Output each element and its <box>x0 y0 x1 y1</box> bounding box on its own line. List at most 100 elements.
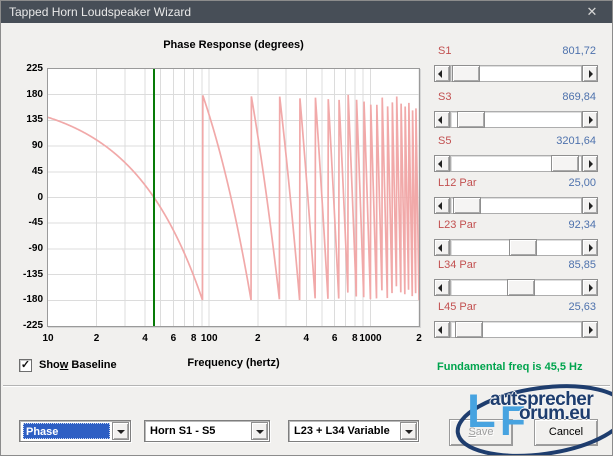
slider-value: 25,00 <box>568 177 596 192</box>
slider-label-row: S5 3201,64 <box>434 135 598 150</box>
dropdown-arrow-icon[interactable] <box>251 422 268 440</box>
slider-label-row: L45 Par 25,63 <box>434 301 598 316</box>
slider-value: 92,34 <box>568 219 596 234</box>
phase-chart-svg <box>48 69 419 326</box>
scroll-right-arrow-icon[interactable] <box>582 197 598 214</box>
fundamental-freq-text: Fundamental freq is 45,5 Hz <box>437 361 612 373</box>
close-icon[interactable]: ✕ <box>572 1 612 23</box>
cancel-button[interactable]: Cancel <box>534 419 598 446</box>
wizard-dialog: Tapped Horn Loudspeaker Wizard ✕ Phase R… <box>0 0 613 456</box>
slider-thumb[interactable] <box>455 321 483 338</box>
y-tick-label: 135 <box>9 114 43 125</box>
slider-scrollbar[interactable] <box>434 197 598 214</box>
save-button[interactable]: Save <box>449 419 513 446</box>
scroll-left-arrow-icon[interactable] <box>434 321 450 338</box>
slider-thumb[interactable] <box>509 239 537 256</box>
slider-row-s5: S5 3201,64 <box>434 135 598 173</box>
x-tick-label: 10 <box>42 333 53 344</box>
slider-label: S1 <box>438 45 451 60</box>
slider-row-l45-par: L45 Par 25,63 <box>434 301 598 339</box>
slider-row-s3: S3 869,84 <box>434 91 598 129</box>
slider-value: 801,72 <box>562 45 596 60</box>
slider-value: 3201,64 <box>556 135 596 150</box>
slider-row-s1: S1 801,72 <box>434 45 598 83</box>
y-tick-label: 180 <box>9 89 43 100</box>
slider-label-row: S3 869,84 <box>434 91 598 106</box>
show-baseline-label: Show Baseline <box>39 359 117 371</box>
y-tick-label: -45 <box>9 217 43 228</box>
phase-chart-plot <box>47 68 420 327</box>
slider-label: S5 <box>438 135 451 150</box>
slider-thumb[interactable] <box>457 111 485 128</box>
slider-value: 25,63 <box>568 301 596 316</box>
scroll-left-arrow-icon[interactable] <box>434 279 450 296</box>
scroll-right-arrow-icon[interactable] <box>582 65 598 82</box>
x-tick-label: 2 <box>416 333 422 344</box>
slider-thumb[interactable] <box>452 65 480 82</box>
slider-label-row: L23 Par 92,34 <box>434 219 598 234</box>
scroll-right-arrow-icon[interactable] <box>582 239 598 256</box>
window-title: Tapped Horn Loudspeaker Wizard <box>9 5 191 19</box>
y-tick-label: 225 <box>9 63 43 74</box>
slider-label-row: S1 801,72 <box>434 45 598 60</box>
check-icon: ✓ <box>21 359 30 371</box>
x-tick-label: 1000 <box>359 333 381 344</box>
slider-scrollbar[interactable] <box>434 239 598 256</box>
x-tick-label: 6 <box>332 333 338 344</box>
y-tick-label: -225 <box>9 320 43 331</box>
slider-scrollbar[interactable] <box>434 155 598 172</box>
slider-label: L23 Par <box>438 219 477 234</box>
x-tick-label: 8 <box>352 333 358 344</box>
slider-scrollbar[interactable] <box>434 65 598 82</box>
slider-label: L34 Par <box>438 259 477 274</box>
y-tick-label: -135 <box>9 269 43 280</box>
scroll-left-arrow-icon[interactable] <box>434 197 450 214</box>
slider-scrollbar[interactable] <box>434 279 598 296</box>
horn-segment-value: Horn S1 - S5 <box>148 423 249 439</box>
chart-title: Phase Response (degrees) <box>48 39 419 51</box>
slider-thumb[interactable] <box>453 197 481 214</box>
slider-thumb[interactable] <box>551 155 579 172</box>
x-tick-label: 2 <box>94 333 100 344</box>
divider <box>3 385 610 387</box>
graph-type-value: Phase <box>23 423 110 439</box>
logo-text-lautsprecher: autsprecher <box>490 389 593 411</box>
slider-row-l23-par: L23 Par 92,34 <box>434 219 598 257</box>
slider-thumb[interactable] <box>507 279 535 296</box>
y-tick-label: 45 <box>9 166 43 177</box>
slider-value: 85,85 <box>568 259 596 274</box>
variable-mode-value: L23 + L34 Variable <box>292 423 398 439</box>
horn-segment-combobox[interactable]: Horn S1 - S5 <box>144 420 270 442</box>
title-bar: Tapped Horn Loudspeaker Wizard ✕ <box>1 1 612 23</box>
scroll-left-arrow-icon[interactable] <box>434 65 450 82</box>
x-tick-label: 4 <box>304 333 310 344</box>
scroll-left-arrow-icon[interactable] <box>434 111 450 128</box>
y-tick-label: 90 <box>9 140 43 151</box>
slider-label-row: L12 Par 25,00 <box>434 177 598 192</box>
scroll-left-arrow-icon[interactable] <box>434 155 450 172</box>
slider-label: S3 <box>438 91 451 106</box>
scroll-right-arrow-icon[interactable] <box>582 279 598 296</box>
scroll-right-arrow-icon[interactable] <box>582 155 598 172</box>
dropdown-arrow-icon[interactable] <box>112 422 129 440</box>
x-tick-label: 8 <box>191 333 197 344</box>
show-baseline-checkbox[interactable]: ✓ <box>19 359 32 372</box>
slider-label: L45 Par <box>438 301 477 316</box>
y-tick-label: -180 <box>9 294 43 305</box>
x-tick-label: 4 <box>142 333 148 344</box>
x-tick-label: 6 <box>171 333 177 344</box>
scroll-right-arrow-icon[interactable] <box>582 111 598 128</box>
scroll-left-arrow-icon[interactable] <box>434 239 450 256</box>
y-tick-label: 0 <box>9 192 43 203</box>
graph-type-combobox[interactable]: Phase <box>19 420 131 442</box>
slider-value: 869,84 <box>562 91 596 106</box>
x-tick-label: 100 <box>201 333 218 344</box>
slider-label-row: L34 Par 85,85 <box>434 259 598 274</box>
scroll-right-arrow-icon[interactable] <box>582 321 598 338</box>
variable-mode-combobox[interactable]: L23 + L34 Variable <box>288 420 419 442</box>
slider-scrollbar[interactable] <box>434 321 598 338</box>
slider-label: L12 Par <box>438 177 477 192</box>
slider-scrollbar[interactable] <box>434 111 598 128</box>
y-tick-label: -90 <box>9 243 43 254</box>
dropdown-arrow-icon[interactable] <box>400 422 417 440</box>
